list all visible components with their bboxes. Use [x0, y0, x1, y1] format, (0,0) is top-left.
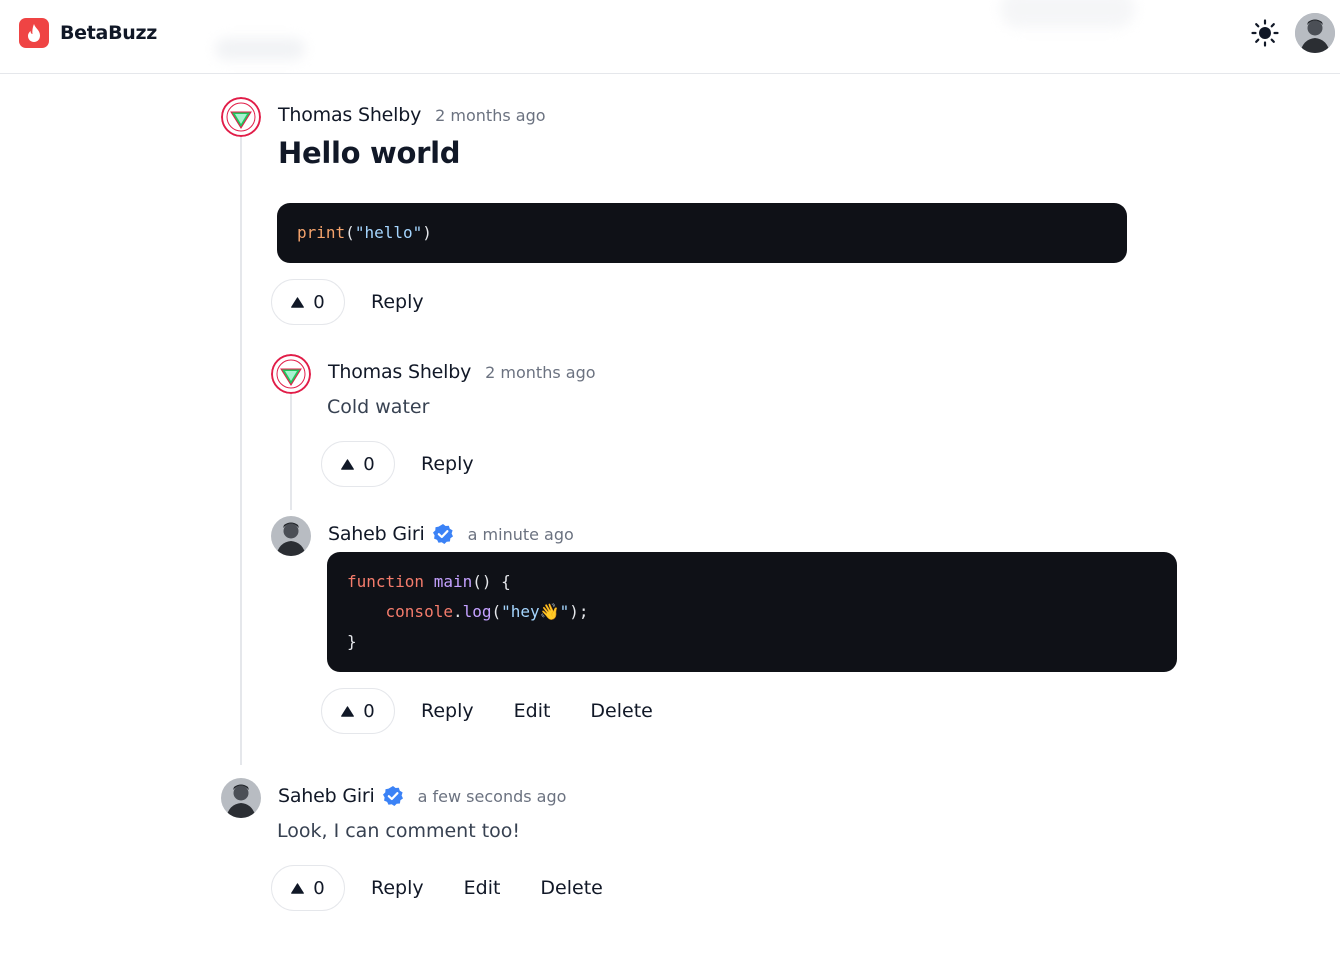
vote-count: 0 — [363, 453, 375, 475]
comment-actions: 0 Reply Edit Delete — [271, 865, 603, 911]
brand-name: BetaBuzz — [60, 22, 157, 44]
vote-count: 0 — [313, 877, 325, 899]
comment-author[interactable]: Thomas Shelby — [278, 104, 421, 126]
post-title: Hello world — [278, 136, 461, 170]
top-navbar: BetaBuzz — [0, 0, 1340, 74]
verified-badge-icon — [432, 523, 454, 545]
comment-actions: 0 Reply — [271, 279, 424, 325]
avatar[interactable] — [271, 354, 311, 394]
thread-line — [240, 137, 242, 765]
upvote-button[interactable]: 0 — [271, 279, 345, 325]
user-avatar-button[interactable] — [1295, 13, 1335, 53]
sun-icon — [1251, 19, 1279, 47]
comment-header: Saheb Giri a minute ago — [328, 523, 574, 545]
edit-button[interactable]: Edit — [514, 688, 551, 734]
code-block: print("hello") — [277, 203, 1127, 263]
comment-author[interactable]: Thomas Shelby — [328, 361, 471, 383]
code-line: } — [347, 632, 357, 651]
code-block: function main() { console.log("hey👋"); } — [327, 552, 1177, 672]
delete-button[interactable]: Delete — [590, 688, 652, 734]
avatar[interactable] — [221, 97, 261, 137]
brand-link[interactable]: BetaBuzz — [19, 18, 157, 48]
comment-header: Thomas Shelby 2 months ago — [328, 361, 596, 383]
comment-body: Cold water — [327, 396, 430, 418]
reply-button[interactable]: Reply — [371, 279, 424, 325]
comment-time: a few seconds ago — [417, 786, 567, 806]
avatar[interactable] — [221, 778, 261, 818]
comment-header: Saheb Giri a few seconds ago — [278, 785, 566, 807]
triangle-up-icon — [341, 458, 355, 470]
theme-toggle-button[interactable] — [1250, 18, 1280, 48]
comment-time: 2 months ago — [485, 362, 596, 382]
blurred-header-element — [1000, 0, 1135, 28]
triangle-up-icon — [291, 296, 305, 308]
comment-actions: 0 Reply — [321, 441, 474, 487]
verified-badge-icon — [382, 785, 404, 807]
triangle-up-icon — [291, 882, 305, 894]
reply-button[interactable]: Reply — [421, 688, 474, 734]
flame-icon — [19, 18, 49, 48]
vote-count: 0 — [363, 700, 375, 722]
comment-body: Look, I can comment too! — [277, 820, 521, 842]
triangle-up-icon — [341, 705, 355, 717]
code-line: function main() { — [347, 572, 511, 591]
vote-count: 0 — [313, 291, 325, 313]
reply-button[interactable]: Reply — [371, 865, 424, 911]
comment-time: a minute ago — [467, 524, 574, 544]
comment-author[interactable]: Saheb Giri — [328, 523, 425, 545]
avatar[interactable] — [271, 516, 311, 556]
reply-button[interactable]: Reply — [421, 441, 474, 487]
code-line: console.log("hey👋"); — [385, 602, 589, 621]
upvote-button[interactable]: 0 — [321, 441, 395, 487]
blurred-header-element — [215, 38, 305, 60]
comment-header: Thomas Shelby 2 months ago — [278, 104, 546, 126]
comment-time: 2 months ago — [435, 105, 546, 125]
upvote-button[interactable]: 0 — [271, 865, 345, 911]
code-line: print("hello") — [297, 223, 432, 242]
comment-author[interactable]: Saheb Giri — [278, 785, 375, 807]
thread-line — [290, 394, 292, 510]
edit-button[interactable]: Edit — [464, 865, 501, 911]
delete-button[interactable]: Delete — [540, 865, 602, 911]
comment-actions: 0 Reply Edit Delete — [321, 688, 653, 734]
upvote-button[interactable]: 0 — [321, 688, 395, 734]
